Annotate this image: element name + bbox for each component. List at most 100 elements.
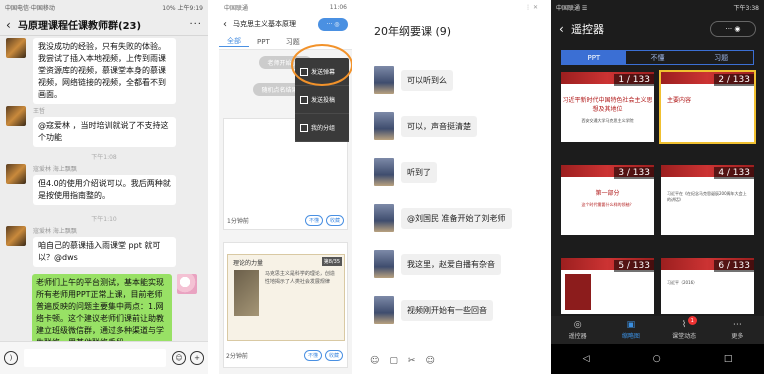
message-bubble: 我没成功的经验，只有失败的体验。我尝试了插入本地视频，上传到雨课堂资源库的视频，… — [33, 38, 176, 104]
page-title: 遥控器 — [571, 23, 604, 36]
chat-message: 可以听到么 — [374, 66, 453, 94]
slide-thumbnail[interactable]: 3 / 133 第一部分 这个时代需要什么样的领袖？ — [561, 165, 654, 235]
avatar[interactable] — [6, 164, 26, 184]
tab-dont-understand[interactable]: 不懂 — [626, 51, 690, 64]
carrier-text: 中国联通 — [224, 4, 249, 12]
menu-label: 发送投稿 — [311, 97, 336, 104]
my-message: 老师们上午的平台测试，基本能实现所有老师用PPT正常上课，目前老师普遍反映的问题… — [32, 274, 197, 341]
more-icon: ⋯ — [732, 320, 742, 330]
slide-thumbnail-selected[interactable]: 2 / 133 主要内容 — [659, 70, 756, 144]
sender-name: 寇爱林 海上飘飘 — [33, 166, 77, 173]
mini-program-capsule[interactable]: ··· ◎ — [318, 17, 348, 31]
avatar[interactable] — [374, 204, 394, 232]
tab-exercises[interactable]: 习题 — [689, 51, 753, 64]
nav-more[interactable]: ⋯ 更多 — [711, 316, 764, 344]
menu-item-send-post[interactable]: 发送投稿 — [295, 86, 349, 114]
chat-message: 视频刚开始有一些回音 — [374, 296, 493, 324]
message-bubble: 视频刚开始有一些回音 — [401, 299, 493, 321]
emoji-icon[interactable]: ☺ — [172, 351, 186, 365]
status-bar: 中国联通 ☰ 下午3:38 — [551, 0, 764, 14]
avatar[interactable] — [374, 112, 394, 140]
nav-label: 遥控器 — [568, 333, 587, 340]
favorite-button[interactable]: 收藏 — [325, 215, 344, 226]
input-toolbar: ☺ ▢ ✂ ☺ — [360, 348, 543, 374]
slide-thumbnail[interactable]: 理论的力量 第8/35 马克思主义是科学的理论，创造性地揭示了人类社会发展规律 — [227, 254, 345, 341]
nav-remote[interactable]: ◎ 遥控器 — [551, 316, 604, 344]
slide-text: 马克思主义是科学的理论，创造性地揭示了人类社会发展规律 — [264, 271, 335, 285]
avatar[interactable] — [177, 274, 197, 294]
back-arrow-icon[interactable]: ‹ — [559, 22, 571, 36]
avatar[interactable] — [6, 38, 26, 58]
status-bar: 中国联通 11:06 — [219, 0, 352, 14]
tab-ppt[interactable]: PPT — [562, 51, 626, 64]
message-list[interactable]: 我没成功的经验，只有失败的体验。我尝试了插入本地视频，上传到雨课堂资源库的视频，… — [0, 36, 208, 341]
slide-image — [565, 274, 591, 310]
slide-title: 习近平新时代中国特色社会主义思想及其地位 — [562, 97, 653, 113]
message-bubble: 听到了 — [401, 161, 437, 183]
nav-label: 缩略图 — [621, 333, 640, 340]
window-controls[interactable]: ⋮ ✕ — [525, 4, 538, 11]
carrier-text: 中国电信·中国移动 — [5, 4, 55, 12]
back-icon[interactable]: ◁ — [583, 354, 590, 364]
slide-image — [234, 270, 259, 316]
avatar[interactable] — [6, 226, 26, 246]
nav-thumbnails[interactable]: ▣ 缩略图 — [604, 316, 657, 344]
card-footer: 2分钟前 不懂 收藏 — [226, 350, 343, 361]
avatar[interactable] — [374, 158, 394, 186]
tab-exercises[interactable]: 习题 — [278, 37, 308, 47]
course-title: 马克思主义基本原理 — [233, 20, 296, 28]
favorite-button[interactable]: 收藏 — [324, 350, 343, 361]
more-icon[interactable]: ··· — [189, 19, 202, 30]
voice-icon[interactable]: ) — [4, 351, 18, 365]
home-icon[interactable]: ○ — [653, 354, 661, 364]
slide-number: 5 / 133 — [614, 260, 654, 272]
tab-ppt[interactable]: PPT — [249, 38, 278, 46]
slide-thumbnail[interactable]: 6 / 133 习近平（2016） — [661, 258, 754, 314]
avatar[interactable] — [374, 250, 394, 278]
avatar[interactable] — [6, 106, 26, 126]
timestamp: 下午1:10 — [91, 216, 117, 223]
slide-number: 1 / 133 — [614, 74, 654, 86]
recents-icon[interactable]: □ — [724, 354, 733, 364]
nav-class-activity[interactable]: ⌇ 课堂动态 1 — [658, 316, 711, 344]
tab-all[interactable]: 全部 — [219, 36, 249, 47]
folder-icon[interactable]: ▢ — [389, 356, 398, 366]
message-bubble: @刘国民 准备开始了刘老师 — [401, 207, 512, 229]
notification-badge: 1 — [687, 316, 697, 325]
status-bar: ⋮ ✕ — [360, 0, 543, 14]
menu-item-my-group[interactable]: 我的分组 — [295, 114, 349, 142]
chat-message: @刘国民 准备开始了刘老师 — [374, 204, 512, 232]
message-bubble: @寇爱林 ，当时培训就说了不支持这个功能 — [33, 117, 176, 147]
back-arrow-icon[interactable]: ‹ — [223, 19, 233, 30]
activity-icon: ⌇ — [681, 320, 687, 330]
slide-subtitle: 习近平在《在纪念马克思诞辰200周年大会上的讲话》 — [667, 191, 747, 202]
slide-thumbnail[interactable]: 4 / 133 习近平在《在纪念马克思诞辰200周年大会上的讲话》 — [661, 165, 754, 235]
dont-understand-button[interactable]: 不懂 — [303, 350, 322, 361]
message-bubble: 可以，声音挺清楚 — [401, 115, 477, 137]
mini-program-capsule[interactable]: ··· ◉ — [710, 21, 756, 37]
dont-understand-button[interactable]: 不懂 — [304, 215, 323, 226]
remote-control-panel: 中国联通 ☰ 下午3:38 ‹ 遥控器 ··· ◉ PPT 不懂 习题 1 / … — [551, 0, 764, 374]
slide-title: 第一部分 — [595, 190, 620, 197]
slide-thumbnail[interactable]: 5 / 133 — [561, 258, 654, 314]
message-input[interactable] — [24, 349, 166, 367]
status-bar: 中国电信·中国移动 10% 上午9:19 — [0, 0, 208, 14]
header: ‹ 马克思主义基本原理 ··· ◎ — [219, 14, 352, 34]
slide-thumbnail[interactable]: 1 / 133 习近平新时代中国特色社会主义思想及其地位 西安交通大学马克思主义… — [561, 72, 654, 142]
status-time: 下午3:38 — [733, 4, 759, 12]
slide-subtitle: 习近平（2016） — [667, 280, 698, 285]
avatar[interactable] — [374, 296, 394, 324]
thumbnails-icon: ▣ — [626, 320, 636, 330]
emoji-icon[interactable]: ☺ — [370, 356, 379, 366]
plus-icon[interactable]: + — [190, 351, 204, 365]
bottom-nav: ◎ 遥控器 ▣ 缩略图 ⌇ 课堂动态 1 ⋯ 更多 — [551, 316, 764, 344]
sticker-icon[interactable]: ☺ — [425, 356, 434, 366]
post-icon — [300, 95, 308, 104]
avatar[interactable] — [374, 66, 394, 94]
scissors-icon[interactable]: ✂ — [408, 356, 416, 366]
back-arrow-icon[interactable]: ‹ — [6, 18, 18, 32]
sender-name: 寇爱林 海上飘飘 — [33, 228, 77, 235]
chat-title: 20年纲要课 (9) — [374, 25, 452, 38]
sender-name: 王哲 — [33, 108, 46, 115]
group-icon — [300, 123, 308, 132]
